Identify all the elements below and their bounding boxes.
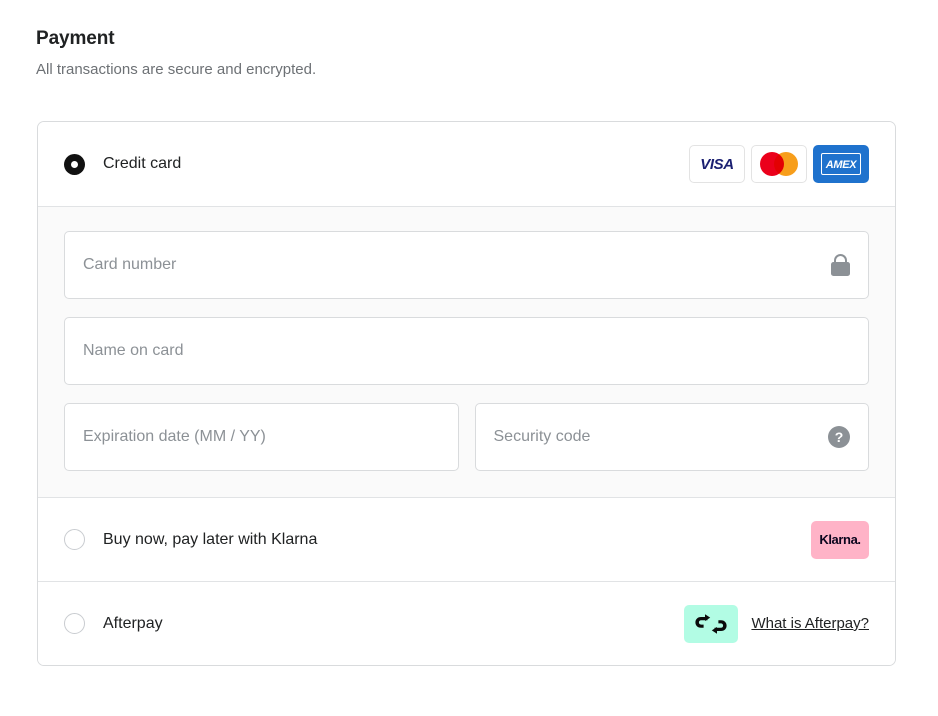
klarna-badge-wrap: Klarna. (805, 520, 869, 559)
mastercard-icon (751, 145, 807, 183)
afterpay-icon (684, 604, 739, 643)
amex-icon: AMEX (813, 145, 869, 183)
payment-heading: Payment All transactions are secure and … (36, 26, 896, 81)
radio-klarna[interactable] (64, 529, 85, 550)
radio-afterpay[interactable] (64, 613, 85, 634)
lock-glyph (831, 254, 850, 276)
payment-method-label-klarna: Buy now, pay later with Klarna (103, 530, 318, 548)
help-icon[interactable]: ? (828, 426, 850, 448)
card-brand-list: VISA AMEX (683, 145, 869, 183)
card-number-field[interactable]: Card number (64, 231, 869, 299)
payment-method-klarna[interactable]: Buy now, pay later with Klarna Klarna. (38, 497, 895, 581)
mastercard-orange-circle (774, 152, 798, 176)
klarna-icon: Klarna. (811, 520, 869, 559)
help-glyph: ? (828, 426, 850, 448)
page-subtitle: All transactions are secure and encrypte… (36, 61, 317, 78)
payment-method-afterpay[interactable]: Afterpay What is Afterpay? (38, 581, 895, 665)
what-is-afterpay-link[interactable]: What is Afterpay? (751, 615, 869, 632)
expiration-date-field[interactable]: Expiration date (MM / YY) (64, 403, 459, 471)
expiry-security-row: Expiration date (MM / YY) Security code … (64, 403, 869, 471)
radio-credit-card[interactable] (64, 153, 85, 175)
payment-method-label-afterpay: Afterpay (103, 614, 163, 632)
security-code-field[interactable]: Security code ? (474, 403, 869, 471)
payment-method-credit-card[interactable]: Credit card VISA AMEX (38, 122, 895, 206)
payment-methods-card: Credit card VISA AMEX Card number Name o… (37, 121, 896, 666)
amex-outline: AMEX (820, 153, 862, 175)
name-on-card-placeholder: Name on card (83, 342, 184, 359)
payment-page: Payment All transactions are secure and … (0, 0, 938, 716)
security-code-placeholder: Security code (493, 428, 591, 445)
expiration-date-placeholder: Expiration date (MM / YY) (83, 428, 266, 445)
name-on-card-field[interactable]: Name on card (64, 317, 869, 385)
payment-method-label-credit-card: Credit card (103, 155, 182, 172)
card-number-placeholder: Card number (83, 256, 177, 273)
visa-icon: VISA (689, 145, 745, 183)
mastercard-circles (760, 152, 798, 176)
credit-card-form: Card number Name on card Expiration date… (38, 206, 895, 497)
afterpay-badge-wrap: What is Afterpay? (684, 604, 869, 643)
page-title: Payment (36, 28, 115, 49)
lock-icon (831, 254, 850, 276)
klarna-wordmark: Klarna. (819, 532, 861, 547)
